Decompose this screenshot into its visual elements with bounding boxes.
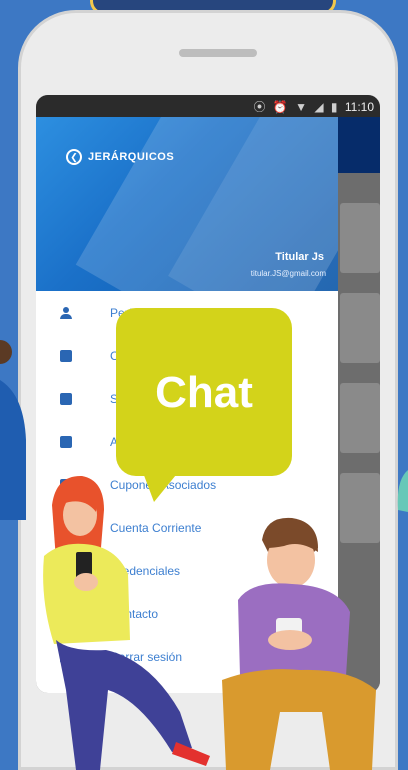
right-edge-figure [397, 470, 408, 512]
woman-figure [43, 475, 210, 770]
left-edge-figure [0, 340, 26, 520]
man-figure [222, 517, 376, 770]
people-illustration [0, 340, 408, 770]
